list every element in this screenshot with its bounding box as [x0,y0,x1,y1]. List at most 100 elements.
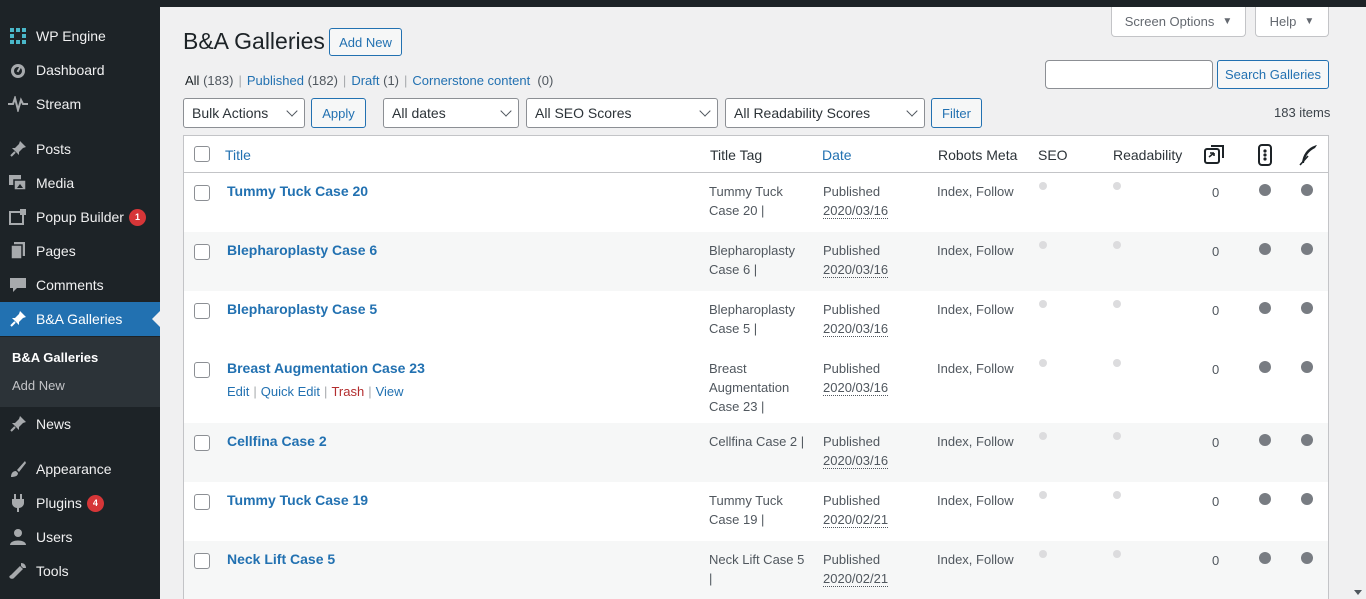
post-status: Published [823,184,881,199]
date-filter-select[interactable]: All dates [383,98,519,128]
sidebar-item-label: Popup Builder [36,209,124,225]
row-checkbox[interactable] [194,303,210,319]
sidebar-item-users[interactable]: Users [0,520,160,554]
separator: | [253,384,257,399]
admin-sidebar: WP Engine Dashboard Stream Posts Media P… [0,0,160,599]
seo-score-select[interactable]: All SEO Scores [526,98,718,128]
brush-icon [0,460,36,478]
sidebar-item-label: Tools [36,563,69,579]
sidebar-item-label: Users [36,529,73,545]
dashboard-icon [0,61,36,79]
row-checkbox[interactable] [194,244,210,260]
trash-link[interactable]: Trash [331,384,364,399]
robots-cell: Index, Follow [937,493,1014,508]
table-row: Breast Augmentation Case 23 Edit | Quick E… [184,350,1328,423]
submenu-item-all[interactable]: B&A Galleries [12,350,98,365]
title-tag-line: Tummy Tuck [709,184,783,199]
sidebar-item-posts[interactable]: Posts [0,132,160,166]
sidebar-item-label: Comments [36,277,104,293]
row-checkbox[interactable] [194,553,210,569]
table-header: Title Title Tag Date Robots Meta SEO Rea… [184,136,1328,173]
post-title-link[interactable]: Blepharoplasty Case 6 [227,242,377,258]
internal-link-dot [1259,493,1271,505]
pin-icon [0,140,36,158]
sidebar-item-wp-engine[interactable]: WP Engine [0,19,160,53]
post-title-link[interactable]: Cellfina Case 2 [227,433,327,449]
edit-link[interactable]: Edit [227,384,249,399]
sidebar-submenu: B&A Galleries Add New [0,337,160,407]
post-status: Published [823,302,881,317]
links-count: 0 [1212,362,1220,377]
sidebar-item-stream[interactable]: Stream [0,87,160,121]
filter-button[interactable]: Filter [931,98,982,128]
sidebar-item-popup-builder[interactable]: Popup Builder 1 [0,200,160,234]
links-count: 0 [1212,494,1220,509]
row-checkbox[interactable] [194,185,210,201]
add-new-button[interactable]: Add New [329,28,402,56]
table-row: Tummy Tuck Case 20 Tummy Tuck Case 20 | P… [184,173,1328,232]
scroll-down-arrow[interactable] [1354,590,1362,595]
post-date: 2020/02/21 [823,571,889,587]
table-row: Tummy Tuck Case 19 Tummy Tuck Case 19 | P… [184,482,1328,541]
post-date: 2020/03/16 [823,453,889,469]
sidebar-item-comments[interactable]: Comments [0,268,160,302]
pin-icon [0,415,36,433]
seo-score-dot [1039,432,1047,440]
search-galleries-button[interactable]: Search Galleries [1217,60,1329,89]
filter-all-link[interactable]: All (183) [185,73,233,88]
stream-icon [0,96,36,112]
sidebar-item-appearance[interactable]: Appearance [0,452,160,486]
post-title-link[interactable]: Tummy Tuck Case 19 [227,492,368,508]
apply-button[interactable]: Apply [311,98,366,128]
filter-draft-link[interactable]: Draft (1) [351,73,399,88]
post-title-link[interactable]: Tummy Tuck Case 20 [227,183,368,199]
table-row: Neck Lift Case 5 Neck Lift Case 5 | Publi… [184,541,1328,599]
feather-score-dot [1301,184,1313,196]
row-checkbox[interactable] [194,494,210,510]
search-input[interactable] [1045,60,1213,89]
sidebar-item-news[interactable]: News [0,407,160,441]
title-tag-line: Tummy Tuck [709,493,783,508]
filter-published-link[interactable]: Published (182) [247,73,338,88]
sidebar-item-tools[interactable]: Tools [0,554,160,588]
seo-score-dot [1039,241,1047,249]
row-checkbox[interactable] [194,435,210,451]
filter-cornerstone-link[interactable]: Cornerstone content (0) [412,73,553,88]
submenu-item-add-new[interactable]: Add New [12,378,65,393]
readability-score-select[interactable]: All Readability Scores [725,98,925,128]
post-status: Published [823,434,881,449]
help-tab[interactable]: Help ▼ [1255,7,1329,37]
sidebar-item-pages[interactable]: Pages [0,234,160,268]
sidebar-item-label: Posts [36,141,72,157]
column-title-header[interactable]: Title [225,147,251,163]
seo-score-value: All SEO Scores [535,105,632,121]
sidebar-item-label: WP Engine [36,28,106,44]
pin-icon [0,310,36,328]
post-title-link[interactable]: Neck Lift Case 5 [227,551,335,567]
readability-score-dot [1113,359,1121,367]
post-title-link[interactable]: Breast Augmentation Case 23 [227,360,425,376]
sidebar-item-label: Dashboard [36,62,105,78]
post-title-link[interactable]: Blepharoplasty Case 5 [227,301,377,317]
view-link[interactable]: View [376,384,404,399]
sidebar-item-ba-galleries[interactable]: B&A Galleries [0,302,160,336]
sidebar-item-plugins[interactable]: Plugins 4 [0,486,160,520]
post-status: Published [823,493,881,508]
bulk-actions-select[interactable]: Bulk Actions [183,98,305,128]
column-date-header[interactable]: Date [822,147,852,163]
media-icon [0,175,36,191]
sidebar-item-label: Pages [36,243,76,259]
select-all-checkbox[interactable] [194,146,210,162]
sidebar-item-media[interactable]: Media [0,166,160,200]
readability-score-dot [1113,491,1121,499]
robots-cell: Index, Follow [937,361,1014,376]
help-label: Help [1269,14,1297,29]
screen-options-tab[interactable]: Screen Options ▼ [1111,7,1246,37]
quick-edit-link[interactable]: Quick Edit [261,384,320,399]
row-checkbox[interactable] [194,362,210,378]
sidebar-item-dashboard[interactable]: Dashboard [0,53,160,87]
title-tag-cell: Cellfina Case 2 | [709,432,804,451]
filter-cornerstone-count: (0) [537,73,554,88]
title-tag-line: Case 19 | [709,512,765,527]
filter-cornerstone-label: Cornerstone content [412,73,531,88]
